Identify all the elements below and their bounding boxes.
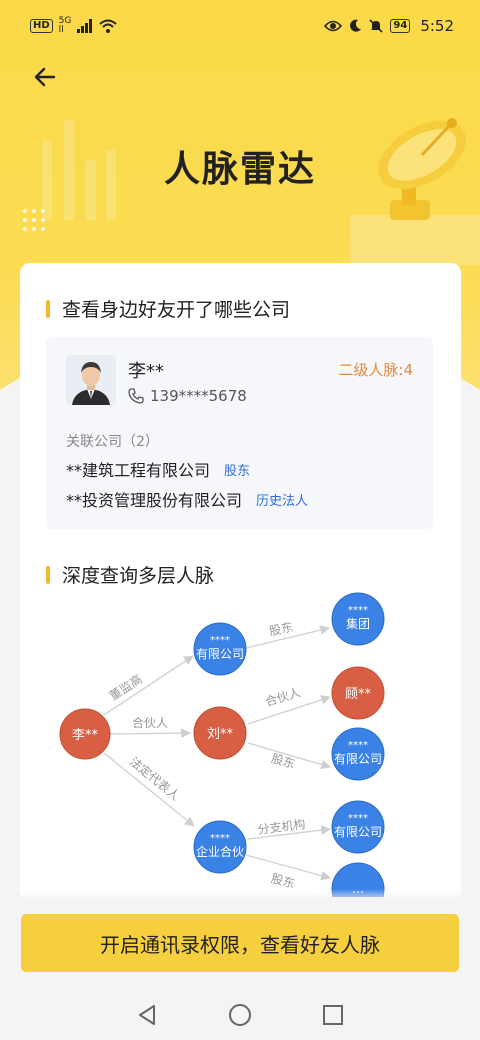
nav-home-icon <box>228 1004 251 1026</box>
graph-section-title: 深度查询多层人脉 <box>46 561 214 588</box>
relationship-graph: 董监高 合伙人 法定代表人 股东 合伙人 股东 分支机构 股东 李** ****… <box>59 592 385 903</box>
svg-text:****: **** <box>348 813 368 824</box>
company-role-tag: 历史法人 <box>256 493 309 509</box>
nav-home-button[interactable] <box>220 995 260 1035</box>
edge-label: 股东 <box>270 751 297 771</box>
node-person-gu[interactable]: 顾** <box>331 666 385 720</box>
clock: 5:52 <box>420 17 454 35</box>
company-row[interactable]: **投资管理股份有限公司 历史法人 <box>66 487 308 511</box>
friend-card[interactable]: 李** 139****5678 二级人脉:4 关联公司（2） **建筑工程有限公… <box>46 337 433 529</box>
node-partnership[interactable]: **** 企业合伙 <box>193 820 247 874</box>
battery-indicator: 94 <box>390 19 411 33</box>
node-company-a[interactable]: **** 有限公司 <box>193 622 247 676</box>
main-card: 查看身边好友开了哪些公司 李** 139****5678 二级人脉:4 关联公司… <box>20 263 461 903</box>
node-person-liu[interactable]: 刘** <box>193 706 247 760</box>
nav-back-icon <box>138 1005 155 1025</box>
company-row[interactable]: **建筑工程有限公司 股东 <box>66 457 250 481</box>
svg-text:企业合伙: 企业合伙 <box>196 844 244 859</box>
svg-text:****: **** <box>210 833 230 844</box>
svg-text:****: **** <box>348 740 368 751</box>
edge-label: 董监高 <box>106 671 144 703</box>
eye-icon <box>324 20 343 32</box>
svg-text:****: **** <box>210 635 230 646</box>
friends-section-title: 查看身边好友开了哪些公司 <box>46 295 290 322</box>
company-name: **建筑工程有限公司 <box>66 461 211 480</box>
back-button[interactable] <box>28 60 62 94</box>
svg-text:****: **** <box>348 605 368 616</box>
phone-icon <box>128 388 144 404</box>
nav-back-button[interactable] <box>127 995 167 1035</box>
node-group[interactable]: **** 集团 <box>331 592 385 646</box>
mute-bell-icon <box>369 19 383 33</box>
friend-phone: 139****5678 <box>128 387 247 405</box>
company-role-tag: 股东 <box>224 463 251 479</box>
signal-icon <box>77 19 93 33</box>
system-nav-bar <box>0 990 480 1040</box>
page-title: 人脉雷达 <box>163 149 316 190</box>
nav-recents-button[interactable] <box>313 995 353 1035</box>
network-type: 5G ll <box>58 16 72 35</box>
edge-label: 分支机构 <box>257 816 306 837</box>
enable-contacts-button[interactable]: 开启通讯录权限，查看好友人脉 <box>21 914 459 972</box>
status-bar: HD 5G ll 94 5:52 <box>0 0 480 52</box>
friend-name: 李** <box>128 361 164 382</box>
node-root[interactable]: 李** <box>59 708 111 760</box>
node-company-b[interactable]: **** 有限公司 <box>331 727 385 781</box>
edge-label: 合伙人 <box>263 684 302 709</box>
node-company-c[interactable]: **** 有限公司 <box>331 800 385 854</box>
network-level-badge: 二级人脉:4 <box>338 361 413 379</box>
avatar <box>66 355 116 405</box>
svg-text:李**: 李** <box>72 728 99 743</box>
svg-text:有限公司: 有限公司 <box>196 647 244 661</box>
nav-recents-icon <box>323 1005 344 1025</box>
wifi-icon <box>99 19 118 33</box>
svg-text:有限公司: 有限公司 <box>334 825 382 839</box>
back-arrow-icon <box>34 67 56 87</box>
hd-indicator: HD <box>30 19 53 33</box>
related-companies-label: 关联公司（2） <box>66 434 159 450</box>
edge-label: 股东 <box>268 620 294 639</box>
edge-label: 合伙人 <box>132 715 168 730</box>
svg-text:顾**: 顾** <box>345 687 372 702</box>
moon-icon <box>350 19 362 32</box>
company-name: **投资管理股份有限公司 <box>66 491 243 510</box>
svg-text:有限公司: 有限公司 <box>334 752 382 766</box>
svg-text:集团: 集团 <box>346 616 370 631</box>
svg-text:刘**: 刘** <box>207 727 234 742</box>
decorative-dots <box>23 209 45 231</box>
